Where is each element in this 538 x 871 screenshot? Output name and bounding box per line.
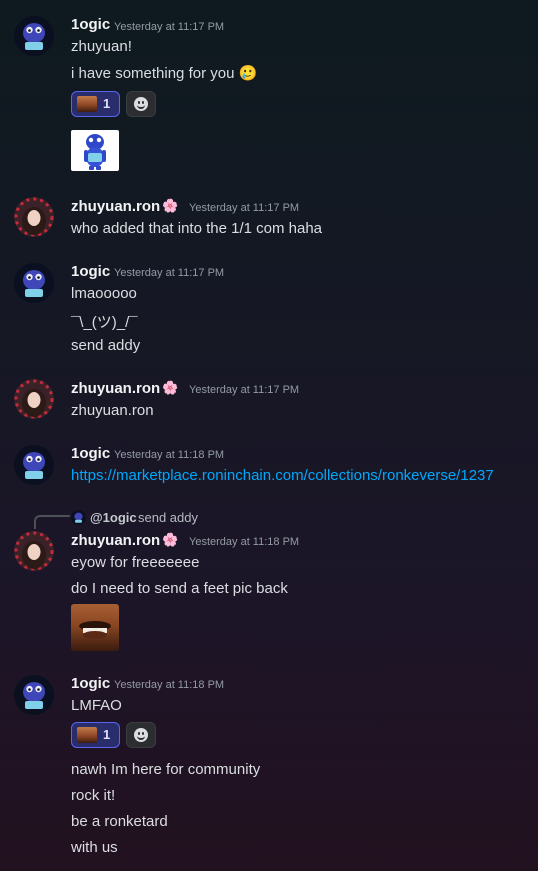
flower-icon: 🌸 <box>162 380 179 395</box>
message-link[interactable]: https://marketplace.roninchain.com/colle… <box>71 467 494 484</box>
timestamp: Yesterday at 11:18 PM <box>189 536 300 548</box>
sticker-image[interactable] <box>71 130 119 171</box>
message-text: LMFAO <box>71 697 122 714</box>
message-text: rock it! <box>71 787 116 804</box>
reply-avatar <box>71 510 86 525</box>
reaction-count: 1 <box>103 96 111 111</box>
author-name[interactable]: 1ogic <box>71 16 110 33</box>
author-name[interactable]: 1ogic <box>71 675 110 692</box>
reaction-button[interactable]: 1 <box>71 91 120 117</box>
message-text: zhuyuan! <box>71 38 132 55</box>
author-name[interactable]: 1ogic <box>71 445 110 462</box>
message-text: do I need to send a feet pic back <box>71 580 288 597</box>
reply-mention[interactable]: @1ogic <box>90 510 137 525</box>
message-text: zhuyuan.ron <box>71 402 154 419</box>
message-text: ¯\_(ツ)_/¯ <box>71 314 138 331</box>
message-text: who added that into the 1/1 com haha <box>71 220 323 237</box>
avatar[interactable] <box>14 197 54 237</box>
reaction-emoji-icon <box>77 96 97 112</box>
avatar[interactable] <box>14 531 54 571</box>
timestamp: Yesterday at 11:17 PM <box>189 384 300 396</box>
author-name[interactable]: zhuyuan.ron <box>71 198 160 215</box>
message-text: nawh Im here for community <box>71 761 261 778</box>
reply-connector <box>34 515 70 529</box>
author-name[interactable]: zhuyuan.ron <box>71 532 160 549</box>
message-text: lmaooooo <box>71 285 137 302</box>
reaction-emoji-icon <box>77 727 97 743</box>
message-text: with us <box>71 839 118 856</box>
avatar[interactable] <box>14 263 54 303</box>
message-text: eyow for freeeeeee <box>71 554 200 571</box>
smile-icon <box>134 728 148 742</box>
flower-icon: 🌸 <box>162 198 179 213</box>
avatar[interactable] <box>14 16 54 56</box>
message-text: send addy <box>71 337 141 354</box>
timestamp: Yesterday at 11:17 PM <box>114 267 225 279</box>
flower-icon: 🌸 <box>162 532 179 547</box>
reaction-button[interactable]: 1 <box>71 722 120 748</box>
smile-icon <box>134 97 148 111</box>
avatar[interactable] <box>14 379 54 419</box>
avatar[interactable] <box>14 675 54 715</box>
timestamp: Yesterday at 11:18 PM <box>114 449 225 461</box>
timestamp: Yesterday at 11:18 PM <box>114 679 225 691</box>
timestamp: Yesterday at 11:17 PM <box>114 21 225 33</box>
message-text: be a ronketard <box>71 813 168 830</box>
add-reaction-button[interactable] <box>126 91 156 117</box>
timestamp: Yesterday at 11:17 PM <box>189 202 300 214</box>
author-name[interactable]: zhuyuan.ron <box>71 380 160 397</box>
add-reaction-button[interactable] <box>126 722 156 748</box>
avatar[interactable] <box>14 445 54 485</box>
emoji-image[interactable] <box>71 604 119 651</box>
author-name[interactable]: 1ogic <box>71 263 110 280</box>
message-text: i have something for you 🥲 <box>71 65 258 82</box>
reaction-count: 1 <box>103 727 111 742</box>
reply-preview[interactable]: send addy <box>138 510 198 525</box>
